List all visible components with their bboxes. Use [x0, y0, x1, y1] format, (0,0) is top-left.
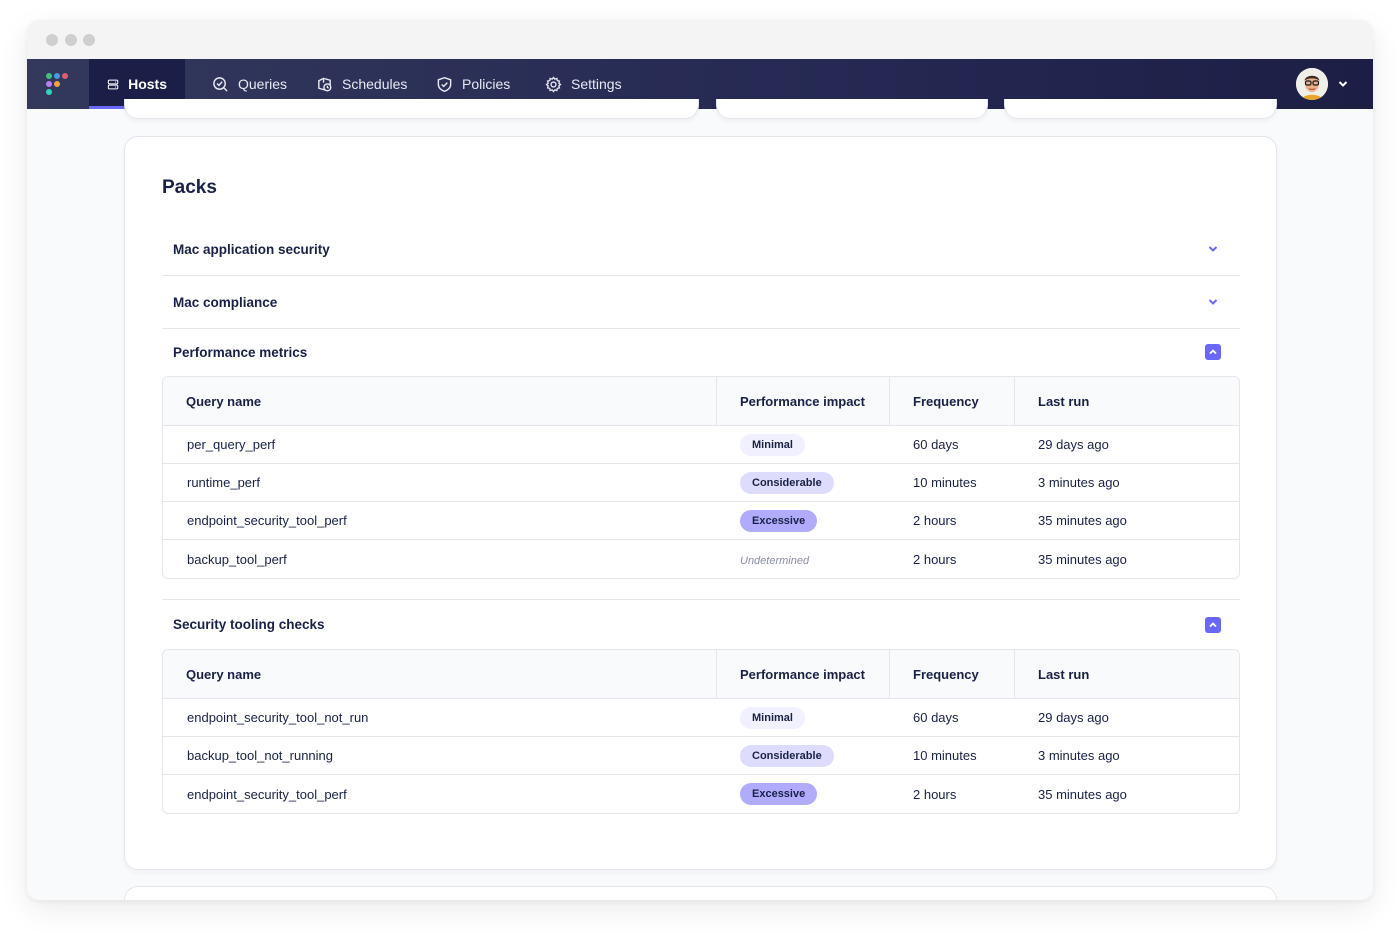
query-name: per_query_perf [163, 426, 716, 464]
pack-header-mac-application-security[interactable]: Mac application security [162, 223, 1240, 275]
query-name: runtime_perf [163, 464, 716, 502]
column-header-frequency[interactable]: Frequency [889, 377, 1014, 426]
pack-header-security-tooling-checks[interactable]: Security tooling checks [162, 600, 1240, 649]
window-maximize-button[interactable] [83, 34, 95, 46]
chevron-up-icon [1209, 621, 1217, 627]
chevron-down-icon[interactable] [1207, 243, 1219, 255]
pack-label: Mac compliance [173, 294, 278, 310]
last-run: 29 days ago [1014, 426, 1239, 464]
chevron-up-icon [1209, 349, 1217, 355]
window-close-button[interactable] [46, 34, 58, 46]
table-row[interactable]: runtime_perf Considerable 10 minutes 3 m… [163, 464, 1239, 502]
last-run: 35 minutes ago [1038, 786, 1127, 802]
table-row[interactable]: endpoint_security_tool_perf Excessive 2 … [163, 502, 1239, 540]
pack-section-mac-compliance: Mac compliance [162, 276, 1240, 329]
pack-section-performance-metrics: Performance metrics Query name Performan… [162, 328, 1240, 579]
table-row[interactable]: backup_tool_not_running Considerable 10 … [163, 737, 1239, 775]
hosts-icon [107, 79, 119, 89]
previous-cards-row [27, 99, 1373, 121]
collapse-button[interactable] [1205, 344, 1221, 360]
previous-card [716, 99, 988, 119]
table-row[interactable]: endpoint_security_tool_not_run Minimal 6… [163, 699, 1239, 737]
user-avatar[interactable] [1296, 68, 1328, 100]
table-header-row: Query name Performance impact Frequency … [163, 650, 1239, 699]
column-header-performance-impact[interactable]: Performance impact [716, 377, 889, 426]
user-menu-chevron-down-icon[interactable] [1337, 78, 1349, 90]
query-name: backup_tool_not_running [163, 737, 716, 775]
frequency: 2 hours [913, 551, 957, 567]
next-card [124, 886, 1277, 900]
queries-table-performance-metrics: Query name Performance impact Frequency … [162, 376, 1240, 579]
last-run: 35 minutes ago [1038, 551, 1127, 567]
last-run: 35 minutes ago [1014, 502, 1239, 540]
pack-label: Security tooling checks [173, 617, 325, 632]
window-titlebar [27, 20, 1373, 59]
previous-card [124, 99, 699, 119]
collapse-button[interactable] [1205, 616, 1221, 633]
query-name: backup_tool_perf [187, 551, 287, 567]
frequency: 2 hours [889, 502, 1014, 540]
query-name: endpoint_security_tool_perf [163, 502, 716, 540]
column-header-query-name[interactable]: Query name [163, 650, 716, 699]
queries-icon [213, 76, 228, 92]
impact-badge: Considerable [740, 471, 834, 494]
pack-section-security-tooling-checks: Security tooling checks Query name Perfo… [162, 600, 1240, 814]
impact-badge: Minimal [740, 706, 805, 729]
browser-window: Hosts Queries Schedules Policies Setting… [27, 20, 1373, 900]
impact-badge: Excessive [740, 509, 818, 532]
packs-card: Packs Mac application security Mac compl… [124, 136, 1277, 870]
nav-policies-label: Policies [462, 76, 511, 92]
pack-section-mac-application-security: Mac application security [162, 223, 1240, 276]
frequency: 60 days [889, 426, 1014, 464]
last-run: 3 minutes ago [1014, 464, 1239, 502]
window-minimize-button[interactable] [65, 34, 77, 46]
packs-title: Packs [162, 177, 217, 198]
fleet-logo-icon[interactable] [45, 72, 71, 98]
column-header-last-run[interactable]: Last run [1014, 377, 1239, 426]
nav-settings-label: Settings [571, 76, 622, 92]
nav-schedules-label: Schedules [342, 76, 408, 92]
impact-badge: Excessive [740, 783, 818, 805]
chevron-down-icon[interactable] [1207, 296, 1219, 308]
nav-hosts-label: Hosts [128, 76, 167, 92]
query-name: endpoint_security_tool_perf [187, 786, 347, 802]
frequency: 10 minutes [889, 464, 1014, 502]
impact-badge: Considerable [740, 744, 834, 767]
impact-undetermined: Undetermined [740, 554, 810, 567]
pack-header-performance-metrics[interactable]: Performance metrics [162, 328, 1240, 376]
last-run: 3 minutes ago [1014, 737, 1239, 775]
query-name: endpoint_security_tool_not_run [163, 699, 716, 737]
column-header-performance-impact[interactable]: Performance impact [716, 650, 889, 699]
table-row[interactable]: per_query_perf Minimal 60 days 29 days a… [163, 426, 1239, 464]
table-header-row: Query name Performance impact Frequency … [163, 377, 1239, 426]
queries-table-security-tooling-checks: Query name Performance impact Frequency … [162, 649, 1240, 814]
impact-badge: Minimal [740, 433, 805, 456]
table-row[interactable]: backup_tool_perf Undetermined 2 hours 35… [163, 540, 1239, 578]
pack-header-mac-compliance[interactable]: Mac compliance [162, 276, 1240, 328]
policies-icon [437, 76, 452, 92]
pack-label: Performance metrics [173, 344, 308, 360]
frequency: 2 hours [913, 786, 957, 802]
nav-queries-label: Queries [238, 76, 288, 92]
last-run: 29 days ago [1014, 699, 1239, 737]
frequency: 10 minutes [889, 737, 1014, 775]
schedules-icon [318, 77, 332, 91]
frequency: 60 days [889, 699, 1014, 737]
pack-label: Mac application security [173, 241, 330, 257]
column-header-frequency[interactable]: Frequency [889, 650, 1014, 699]
settings-icon [545, 75, 562, 93]
column-header-last-run[interactable]: Last run [1014, 650, 1239, 699]
column-header-query-name[interactable]: Query name [163, 377, 716, 426]
user-avatar-image [1296, 68, 1328, 100]
table-row[interactable]: endpoint_security_tool_perf Excessive 2 … [163, 775, 1239, 813]
previous-card [1004, 99, 1277, 119]
